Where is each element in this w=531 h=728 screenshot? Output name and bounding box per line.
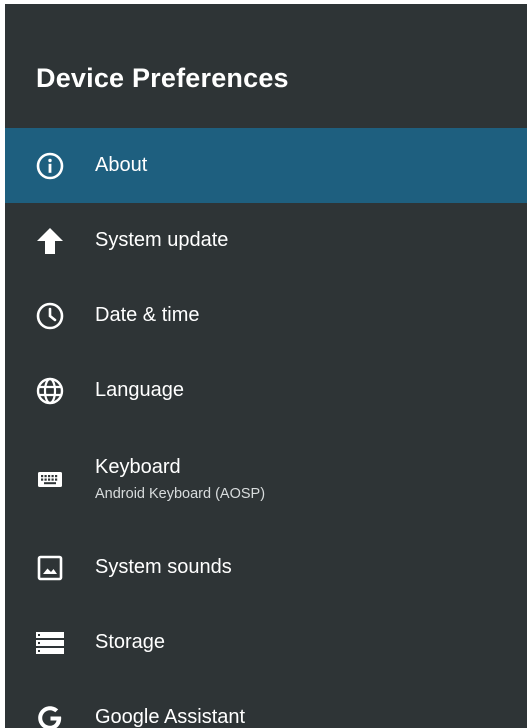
menu-item-google-assistant[interactable]: Google Assistant bbox=[5, 680, 527, 728]
page-title: Device Preferences bbox=[36, 63, 289, 93]
menu-item-storage[interactable]: Storage bbox=[5, 605, 527, 680]
menu-item-label: Date & time bbox=[95, 304, 200, 326]
image-icon bbox=[34, 552, 66, 584]
preferences-menu: About System update Date & time Language… bbox=[5, 128, 527, 728]
menu-item-keyboard[interactable]: Keyboard Android Keyboard (AOSP) bbox=[5, 428, 527, 530]
storage-icon bbox=[34, 627, 66, 659]
menu-item-sublabel: Android Keyboard (AOSP) bbox=[95, 486, 266, 502]
menu-item-label: System update bbox=[95, 229, 229, 251]
menu-item-label: Keyboard bbox=[95, 456, 181, 478]
menu-item-about[interactable]: About bbox=[5, 128, 527, 203]
menu-item-language[interactable]: Language bbox=[5, 353, 527, 428]
device-preferences-panel: Device Preferences About System update D… bbox=[5, 4, 527, 728]
menu-item-label: About bbox=[95, 154, 148, 176]
menu-item-label: Storage bbox=[95, 631, 166, 653]
arrow-up-icon bbox=[34, 225, 66, 257]
keyboard-icon bbox=[34, 463, 66, 495]
globe-icon bbox=[34, 375, 66, 407]
menu-item-system-sounds[interactable]: System sounds bbox=[5, 530, 527, 605]
menu-item-system-update[interactable]: System update bbox=[5, 203, 527, 278]
menu-item-label: Language bbox=[95, 379, 184, 401]
menu-item-label: System sounds bbox=[95, 556, 232, 578]
header: Device Preferences bbox=[5, 4, 527, 128]
menu-item-date-time[interactable]: Date & time bbox=[5, 278, 527, 353]
clock-icon bbox=[34, 300, 66, 332]
info-icon bbox=[34, 150, 66, 182]
google-icon bbox=[34, 702, 66, 728]
menu-item-label: Google Assistant bbox=[95, 706, 246, 728]
